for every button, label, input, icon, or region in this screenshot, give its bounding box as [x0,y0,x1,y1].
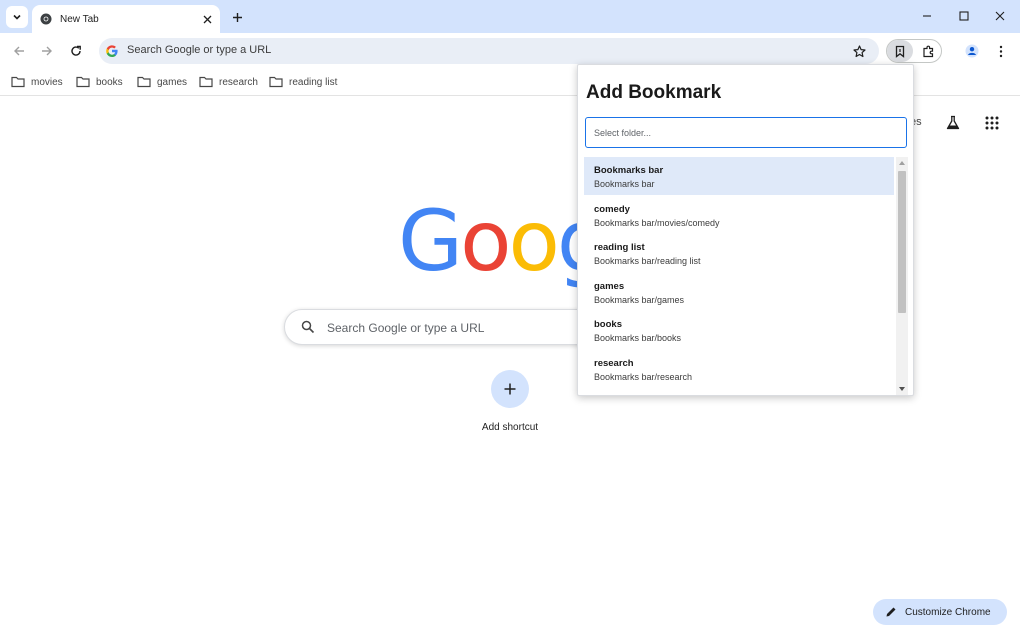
add-shortcut-button[interactable]: Add shortcut [470,370,550,440]
bookmark-folder-books[interactable]: books [76,73,123,91]
minimize-icon [923,15,931,17]
chrome-icon [40,13,52,25]
customize-chrome-button[interactable]: Customize Chrome [873,599,1007,625]
pencil-icon [886,607,896,617]
tab-close-button[interactable] [200,12,214,26]
folder-icon [137,76,151,88]
folder-name: games [594,281,625,292]
logo-letter: o [460,192,511,290]
folder-option-reading-list[interactable]: reading list Bookmarks bar/reading list [584,234,894,272]
close-icon [995,11,1005,21]
folder-option-research[interactable]: research Bookmarks bar/research [584,350,894,388]
plus-icon [504,383,516,395]
customize-chrome-label: Customize Chrome [905,606,991,618]
google-g-icon [106,45,118,57]
folder-icon [199,76,213,88]
bookmark-star-button[interactable] [851,43,867,59]
bookmark-folder-research[interactable]: research [199,73,258,91]
scroll-down-arrow-icon [899,387,905,391]
profile-icon [965,44,979,58]
folder-list-scrollbar[interactable] [896,157,908,395]
profile-button[interactable] [962,41,982,61]
extensions-button[interactable] [916,40,940,62]
apps-grid-icon [985,116,999,130]
bookmark-label: reading list [289,76,338,88]
toolbar: Search Google or type a URL [0,33,1020,68]
bookmark-extension-button[interactable] [888,40,912,62]
folder-list: Bookmarks bar Bookmarks bar comedy Bookm… [584,157,908,395]
chrome-menu-button[interactable] [991,41,1011,61]
maximize-button[interactable] [953,6,975,26]
scroll-down-button[interactable] [896,383,908,395]
forward-button[interactable] [37,41,57,61]
bookmark-label: research [219,76,258,88]
plus-icon [232,12,242,22]
tab-new-tab[interactable]: New Tab [32,5,220,33]
forward-icon [42,46,52,56]
tab-title: New Tab [60,13,99,25]
flask-icon [946,115,960,130]
folder-option-books[interactable]: books Bookmarks bar/books [584,311,894,349]
folder-name: reading list [594,242,645,253]
minimize-button[interactable] [916,6,938,26]
tab-search-button[interactable] [6,6,28,28]
tab-strip: New Tab [0,0,1020,33]
bookmark-folder-games[interactable]: games [137,73,187,91]
logo-letter: G [398,192,463,290]
add-shortcut-label: Add shortcut [481,422,539,433]
bookmark-label: games [157,76,188,88]
logo-letter: o [508,192,560,290]
popup-title: Add Bookmark [586,82,722,103]
maximize-icon [959,11,969,21]
back-icon [14,46,24,56]
bookmark-label: movies [31,76,63,88]
folder-search-input[interactable] [585,117,907,148]
reload-icon [71,45,81,56]
folder-name: books [594,319,622,330]
scroll-thumb[interactable] [898,171,906,313]
folder-icon [11,76,25,88]
bookmark-extension-icon [895,45,905,58]
close-window-button[interactable] [989,6,1011,26]
folder-name: comedy [594,204,630,215]
puzzle-icon [922,45,933,57]
omnibox[interactable]: Search Google or type a URL [99,38,879,64]
folder-path: Bookmarks bar/games [594,295,685,305]
search-icon [301,320,315,334]
scroll-up-button[interactable] [896,157,908,169]
back-button[interactable] [9,41,29,61]
folder-icon [76,76,90,88]
folder-path: Bookmarks bar/research [594,372,693,382]
folder-path: Bookmarks bar [594,179,655,189]
close-icon [203,15,211,23]
star-icon [852,44,866,57]
add-shortcut-circle [491,370,529,408]
bookmark-folder-movies[interactable]: movies [11,73,63,91]
folder-path: Bookmarks bar/books [594,333,682,343]
google-apps-button[interactable] [981,112,1003,134]
folder-name: Bookmarks bar [594,165,664,176]
folder-option-comedy[interactable]: comedy Bookmarks bar/movies/comedy [584,196,894,234]
ntp-search-placeholder: Search Google or type a URL [327,321,485,335]
kebab-menu-icon [999,45,1003,57]
omnibox-text: Search Google or type a URL [127,44,272,56]
folder-option-bookmarks-bar[interactable]: Bookmarks bar Bookmarks bar [584,157,894,195]
chevron-down-icon [13,14,21,20]
reload-button[interactable] [66,41,86,61]
folder-icon [269,76,283,88]
bookmark-folder-reading-list[interactable]: reading list [269,73,337,91]
labs-button[interactable] [942,112,964,134]
folder-name: research [594,358,634,369]
add-bookmark-popup: Add Bookmark Bookmarks bar Bookmarks bar… [577,64,914,396]
folder-path: Bookmarks bar/movies/comedy [594,218,720,228]
folder-option-games[interactable]: games Bookmarks bar/games [584,273,894,311]
new-tab-button[interactable] [228,8,246,26]
scroll-up-arrow-icon [899,161,905,165]
bookmark-label: books [96,76,123,88]
folder-path: Bookmarks bar/reading list [594,256,701,266]
